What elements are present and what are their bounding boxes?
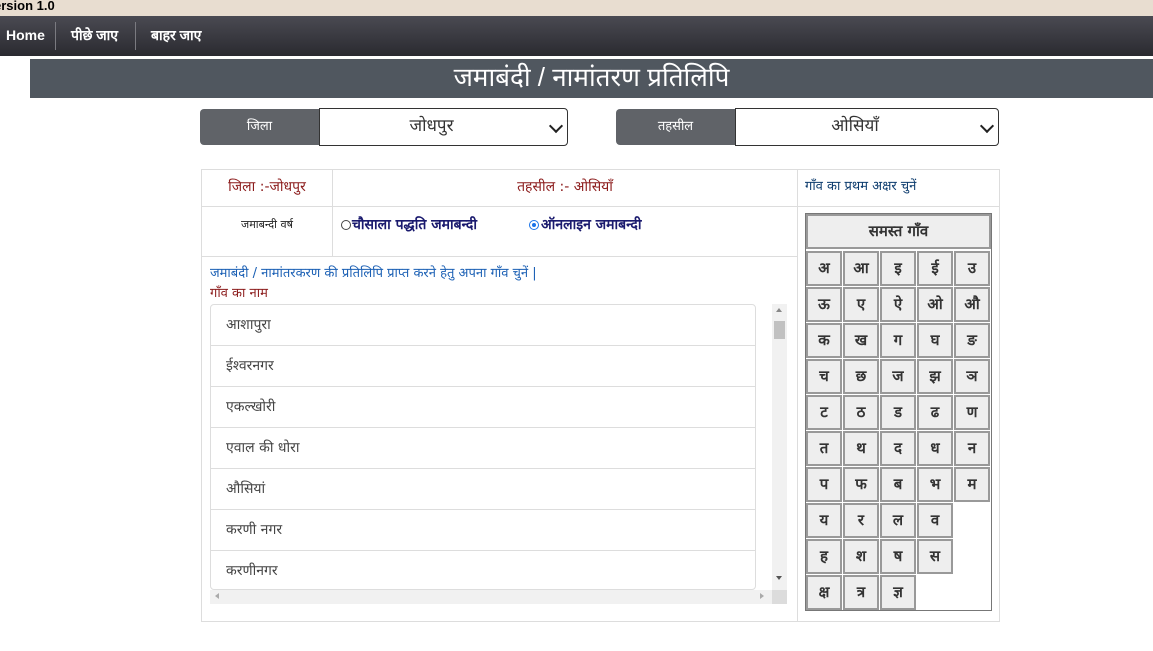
nav-back-link[interactable]: पीछे जाए <box>71 16 118 56</box>
letter-button[interactable]: ह <box>806 539 842 574</box>
scroll-right-arrow-icon[interactable] <box>760 593 764 599</box>
letter-button[interactable]: ण <box>954 395 990 430</box>
version-bar: ersion 1.0 <box>0 0 1153 16</box>
letter-button[interactable]: ङ <box>954 323 990 358</box>
letter-button[interactable]: अ <box>806 251 842 286</box>
village-list-item[interactable]: औसियां <box>211 469 755 510</box>
letter-button[interactable]: म <box>954 467 990 502</box>
letter-button[interactable]: औ <box>954 287 990 322</box>
village-list-item[interactable]: करणी नगर <box>211 510 755 551</box>
letter-button[interactable]: य <box>806 503 842 538</box>
instruction-text: जमाबंदी / नामांतरकरण की प्रतिलिपि प्राप्… <box>210 266 537 281</box>
village-name-label: गाँव का नाम <box>210 286 268 301</box>
tehsil-info: तहसील :- ओसियाँ <box>517 179 613 195</box>
scroll-down-arrow-icon[interactable] <box>776 576 782 580</box>
col-divider <box>797 170 798 622</box>
tehsil-label: तहसील <box>616 109 735 145</box>
letter-button[interactable]: श <box>843 539 879 574</box>
letter-prompt: गाँव का प्रथम अक्षर चुनें <box>805 179 917 194</box>
scrollbar-corner <box>772 590 787 604</box>
tehsil-select[interactable]: ओसियाँ <box>735 108 999 146</box>
radio-chousala[interactable] <box>341 220 351 230</box>
village-list-item[interactable]: एवाल की धोरा <box>211 428 755 469</box>
chevron-down-icon <box>548 118 564 134</box>
letter-button[interactable]: फ <box>843 467 879 502</box>
letter-button[interactable]: क <box>806 323 842 358</box>
letter-button[interactable]: ए <box>843 287 879 322</box>
letter-button[interactable]: र <box>843 503 879 538</box>
horizontal-scrollbar[interactable] <box>210 590 772 604</box>
letter-button[interactable]: ध <box>917 431 953 466</box>
row-divider <box>202 256 797 257</box>
letter-button[interactable]: ऊ <box>806 287 842 322</box>
all-villages-button[interactable]: समस्त गाँव <box>806 214 991 249</box>
nav-exit-link[interactable]: बाहर जाए <box>151 16 201 56</box>
village-list-item[interactable]: आशापुरा <box>211 305 755 346</box>
letter-button[interactable]: झ <box>917 359 953 394</box>
letter-button[interactable]: च <box>806 359 842 394</box>
scroll-up-arrow-icon[interactable] <box>776 308 782 312</box>
row-divider <box>797 206 1000 207</box>
nav-divider <box>55 22 56 50</box>
nav-divider <box>135 22 136 50</box>
letter-button[interactable]: ड <box>880 395 916 430</box>
radio-online-label[interactable]: ऑनलाइन जमाबन्दी <box>541 214 642 236</box>
district-label: जिला <box>200 109 319 145</box>
letter-button[interactable]: ग <box>880 323 916 358</box>
radio-chousala-label[interactable]: चौसाला पद्धति जमाबन्दी <box>352 214 477 236</box>
scrollbar-thumb[interactable] <box>774 321 785 339</box>
letter-button[interactable]: ल <box>880 503 916 538</box>
tehsil-selected-value: ओसियाँ <box>831 116 879 136</box>
letter-button[interactable]: ट <box>806 395 842 430</box>
letter-button[interactable]: त <box>806 431 842 466</box>
district-info: जिला :-जोधपुर <box>228 179 306 195</box>
nav-home-link[interactable]: Home <box>6 16 45 56</box>
letter-button[interactable]: ऐ <box>880 287 916 322</box>
nav-bar: Home पीछे जाए बाहर जाए <box>0 16 1153 56</box>
village-list[interactable]: आशापुरा ईश्वरनगर एकल्खोरी एवाल की धोरा औसिया… <box>210 304 756 590</box>
letter-button[interactable]: उ <box>954 251 990 286</box>
letter-button[interactable]: द <box>880 431 916 466</box>
letter-button[interactable]: ख <box>843 323 879 358</box>
letter-button[interactable]: आ <box>843 251 879 286</box>
district-select[interactable]: जोधपुर <box>319 108 568 146</box>
letter-button[interactable]: ठ <box>843 395 879 430</box>
letter-button[interactable]: ढ <box>917 395 953 430</box>
letter-button[interactable]: ई <box>917 251 953 286</box>
chevron-down-icon <box>979 118 995 134</box>
letter-button[interactable]: थ <box>843 431 879 466</box>
letter-button[interactable]: ओ <box>917 287 953 322</box>
letter-button[interactable]: स <box>917 539 953 574</box>
letter-button[interactable]: ज्ञ <box>880 575 916 610</box>
year-label: जमाबन्दी वर्ष <box>241 218 293 231</box>
page-title: जमाबंदी / नामांतरण प्रतिलिपि <box>453 62 730 92</box>
letter-button[interactable]: न <box>954 431 990 466</box>
village-list-item[interactable]: एकल्खोरी <box>211 387 755 428</box>
radio-online[interactable] <box>529 220 539 230</box>
version-text: ersion 1.0 <box>0 0 55 13</box>
letter-button[interactable]: प <box>806 467 842 502</box>
letter-button[interactable]: व <box>917 503 953 538</box>
letter-button[interactable]: ज <box>880 359 916 394</box>
letter-button[interactable]: घ <box>917 323 953 358</box>
letter-button[interactable]: त्र <box>843 575 879 610</box>
letter-button[interactable]: भ <box>917 467 953 502</box>
letter-button[interactable]: ब <box>880 467 916 502</box>
letter-button[interactable]: ष <box>880 539 916 574</box>
district-selected-value: जोधपुर <box>409 116 454 136</box>
letter-button[interactable]: छ <box>843 359 879 394</box>
village-list-item[interactable]: ईश्वरनगर <box>211 346 755 387</box>
scroll-left-arrow-icon[interactable] <box>215 593 219 599</box>
vertical-scrollbar[interactable] <box>772 304 787 590</box>
village-list-item[interactable]: करणीनगर <box>211 551 755 589</box>
letter-button[interactable]: क्ष <box>806 575 842 610</box>
letter-button[interactable]: ञ <box>954 359 990 394</box>
letter-button[interactable]: इ <box>880 251 916 286</box>
page-title-bar: जमाबंदी / नामांतरण प्रतिलिपि <box>30 59 1153 98</box>
